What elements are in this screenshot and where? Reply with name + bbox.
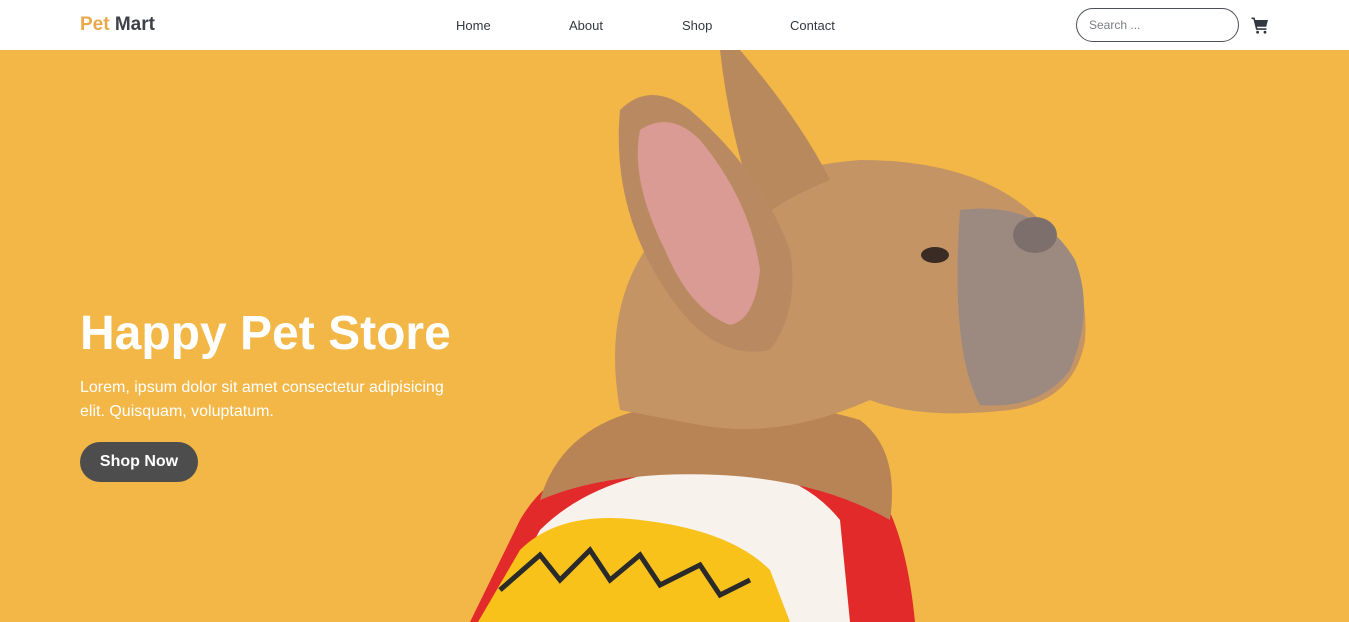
search-input[interactable] [1076,8,1239,42]
nav-home-link[interactable]: Home [456,17,491,34]
shopping-cart-icon[interactable] [1251,16,1269,34]
brand-name-pet: Pet [80,14,110,35]
nav-contact-link[interactable]: Contact [790,17,835,34]
brand-name-mart: Mart [114,14,155,35]
nav-about-link[interactable]: About [569,17,603,34]
brand-logo[interactable]: Pet Mart [80,12,155,38]
hero-title: Happy Pet Store [80,307,451,360]
nav-shop-link[interactable]: Shop [682,17,712,34]
navbar: Pet Mart Home About Shop Contact [0,0,1349,50]
hero-description: Lorem, ipsum dolor sit amet consectetur … [80,379,444,420]
shop-now-button[interactable]: Shop Now [80,442,198,482]
hero-section: Happy Pet Store Lorem, ipsum dolor sit a… [0,50,1349,622]
